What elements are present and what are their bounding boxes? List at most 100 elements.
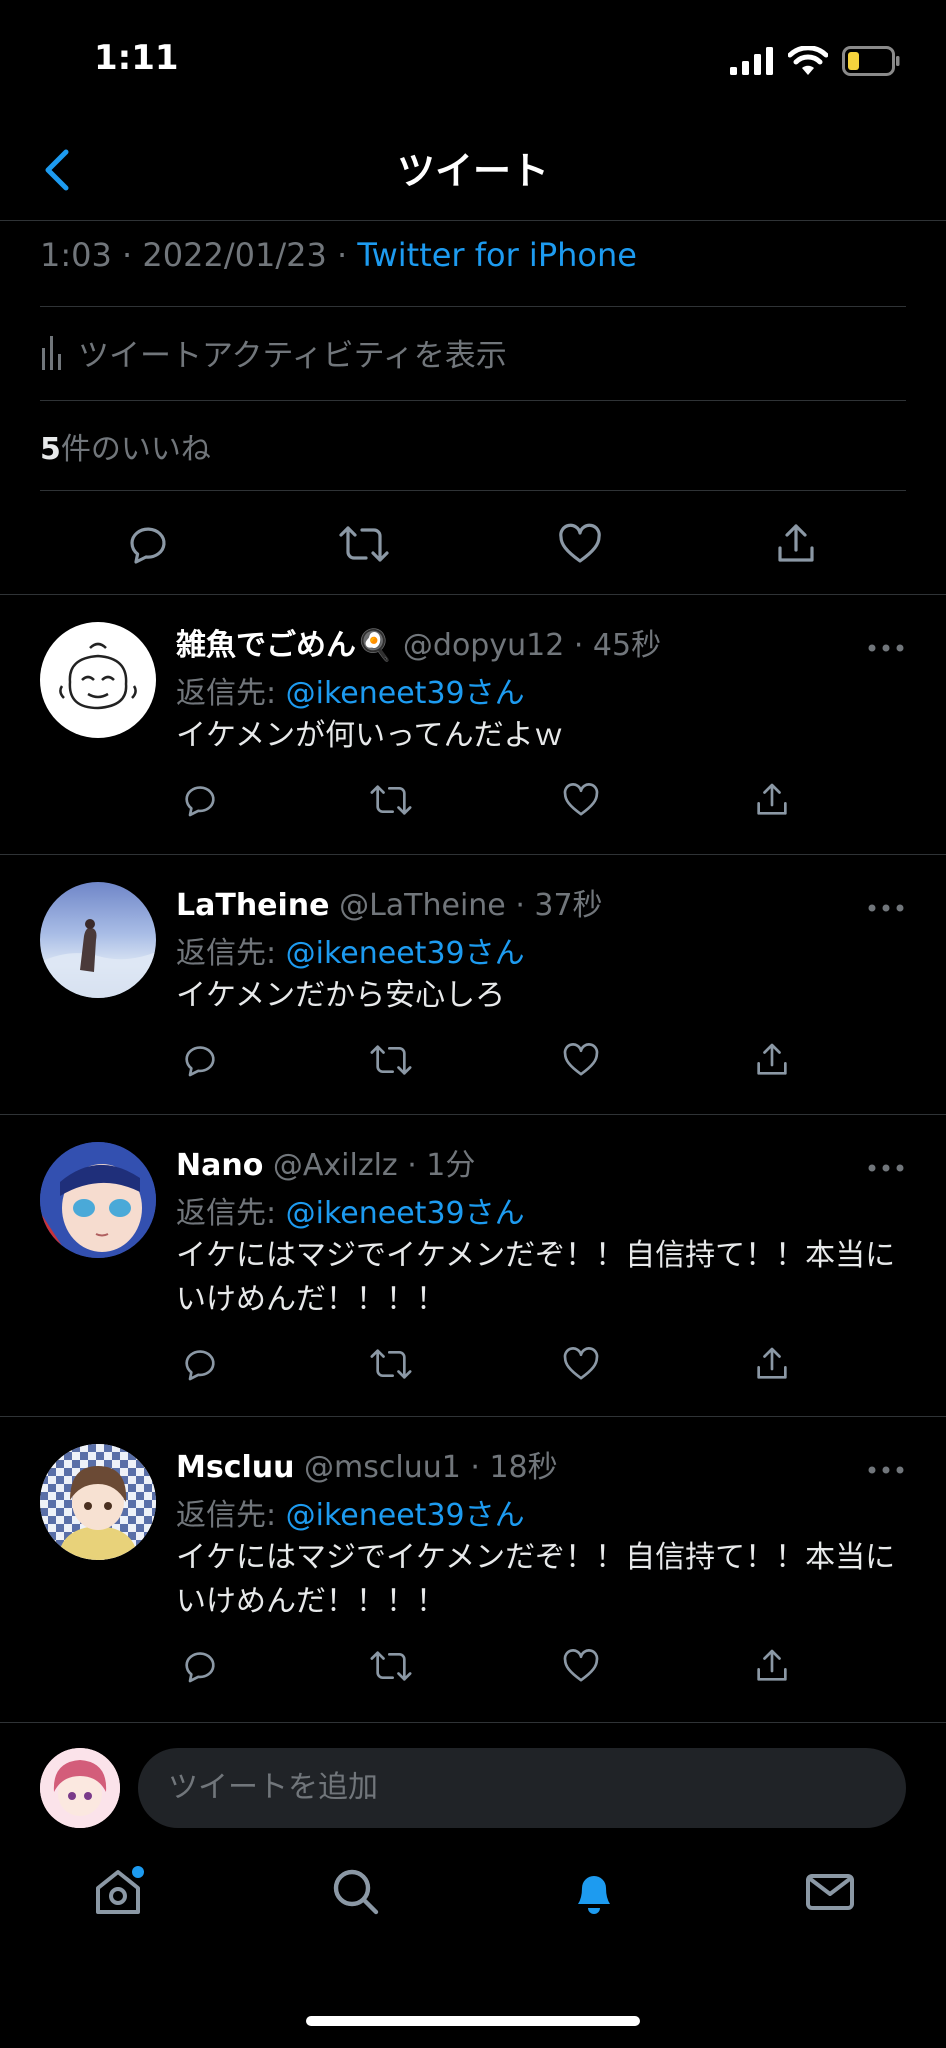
handle[interactable]: @mscluu1 — [304, 1450, 461, 1485]
likes-label: 件のいいね — [60, 432, 211, 467]
tab-bar — [0, 1860, 946, 1960]
avatar-anime-girl-icon — [40, 1748, 120, 1828]
tweet-actions — [176, 1340, 796, 1390]
timestamp: · 45秒 — [573, 628, 662, 663]
search-icon — [333, 1869, 379, 1915]
heart-icon — [563, 1347, 599, 1380]
tweet-date: 2022/01/23 — [142, 236, 327, 274]
timestamp: · 18秒 — [470, 1450, 558, 1485]
retweet-icon — [370, 1045, 412, 1075]
status-time: 1:11 — [94, 38, 179, 78]
more-icon[interactable] — [866, 1460, 906, 1480]
share-icon — [757, 1043, 787, 1075]
reply-mention-link[interactable]: @ikeneet39さん — [286, 1196, 525, 1231]
share-button[interactable] — [748, 1642, 796, 1690]
reply-icon — [185, 1046, 215, 1077]
tab-home[interactable] — [86, 1860, 150, 1924]
reply-icon — [185, 1652, 215, 1683]
handle[interactable]: @LaTheine — [339, 888, 506, 923]
handle[interactable]: @Axilzlz — [273, 1148, 398, 1183]
like-button[interactable] — [557, 1642, 605, 1690]
retweet-icon — [339, 526, 389, 562]
tweet-time: 1:03 — [40, 236, 112, 274]
reply-button[interactable] — [176, 1642, 224, 1690]
share-icon — [757, 783, 787, 815]
tweet-activity-link[interactable]: ツイートアクティビティを表示 — [40, 330, 507, 375]
reply-icon — [185, 786, 215, 817]
like-button[interactable] — [550, 514, 610, 574]
share-button[interactable] — [748, 1340, 796, 1388]
reply-tweet[interactable]: Mscluu @mscluu1 · 18秒 返信先: @ikeneet39さん … — [0, 1416, 946, 1718]
retweet-icon — [370, 785, 412, 815]
share-icon — [757, 1649, 787, 1681]
more-icon[interactable] — [866, 638, 906, 658]
add-tweet-input[interactable]: ツイートを追加 — [138, 1748, 906, 1828]
display-name[interactable]: 雑魚でごめん — [176, 628, 356, 663]
tweet-actions — [176, 1036, 796, 1086]
tweet-meta: 1:03 · 2022/01/23 · Twitter for iPhone — [40, 236, 637, 274]
avatar[interactable] — [40, 1142, 156, 1258]
retweet-button[interactable] — [367, 1340, 415, 1388]
tweet-text: イケにはマジでイケメンだぞ！！自信持て！！本当にいけめんだ！！！！ — [176, 1238, 896, 1317]
avatar[interactable] — [40, 882, 156, 998]
tab-notifications[interactable] — [562, 1860, 626, 1924]
home-icon — [96, 1866, 144, 1914]
heart-icon — [563, 1043, 599, 1076]
handle[interactable]: @dopyu12 — [403, 628, 564, 663]
share-icon — [757, 1347, 787, 1379]
reply-to-line: 返信先: @ikeneet39さん — [176, 676, 525, 711]
tweet-text: イケメンだから安心しろ — [176, 978, 506, 1013]
more-icon[interactable] — [866, 898, 906, 918]
like-button[interactable] — [557, 1036, 605, 1084]
like-button[interactable] — [557, 1340, 605, 1388]
share-button[interactable] — [748, 776, 796, 824]
retweet-button[interactable] — [367, 1642, 415, 1690]
display-name[interactable]: LaTheine — [176, 888, 330, 923]
main-tweet-actions — [0, 514, 946, 574]
reply-button[interactable] — [176, 776, 224, 824]
share-button[interactable] — [766, 514, 826, 574]
tweet-header: Nano @Axilzlz · 1分 — [176, 1140, 475, 1184]
retweet-button[interactable] — [334, 514, 394, 574]
reply-icon — [185, 1350, 215, 1381]
reply-icon — [130, 527, 166, 564]
more-icon[interactable] — [866, 1158, 906, 1178]
reply-mention-link[interactable]: @ikeneet39さん — [286, 676, 525, 711]
reply-tweet[interactable]: 雑魚でごめん🍳 @dopyu12 · 45秒 返信先: @ikeneet39さん… — [0, 594, 946, 854]
tab-search[interactable] — [324, 1860, 388, 1924]
avatar[interactable] — [40, 622, 156, 738]
tweet-text: イケメンが何いってんだよｗ — [176, 718, 564, 753]
reply-button[interactable] — [118, 514, 178, 574]
divider — [40, 400, 906, 401]
display-name[interactable]: Mscluu — [176, 1450, 295, 1485]
tab-messages[interactable] — [798, 1860, 862, 1924]
reply-mention-link[interactable]: @ikeneet39さん — [286, 936, 525, 971]
avatar-anime-boy-icon — [40, 1444, 156, 1560]
timestamp: · 1分 — [407, 1148, 476, 1183]
reply-mention-link[interactable]: @ikeneet39さん — [286, 1498, 525, 1533]
tweet-actions — [176, 1642, 796, 1692]
my-avatar[interactable] — [40, 1748, 120, 1828]
name-emoji: 🍳 — [356, 628, 394, 663]
tweet-source-link[interactable]: Twitter for iPhone — [357, 236, 637, 274]
retweet-button[interactable] — [367, 776, 415, 824]
reply-button[interactable] — [176, 1340, 224, 1388]
reply-button[interactable] — [176, 1036, 224, 1084]
retweet-button[interactable] — [367, 1036, 415, 1084]
bell-icon — [578, 1876, 610, 1914]
heart-icon — [563, 783, 599, 816]
display-name[interactable]: Nano — [176, 1148, 263, 1183]
reply-tweet[interactable]: LaTheine @LaTheine · 37秒 返信先: @ikeneet39… — [0, 854, 946, 1114]
avatar-anime-face-icon — [40, 1142, 156, 1258]
status-icons — [730, 44, 900, 78]
share-button[interactable] — [748, 1036, 796, 1084]
like-button[interactable] — [557, 776, 605, 824]
heart-icon — [563, 1649, 599, 1682]
likes-count-link[interactable]: 5件のいいね — [40, 424, 211, 468]
mail-icon — [806, 1874, 854, 1910]
reply-tweet[interactable]: Nano @Axilzlz · 1分 返信先: @ikeneet39さん イケに… — [0, 1114, 946, 1416]
tweet-header: LaTheine @LaTheine · 37秒 — [176, 880, 603, 924]
avatar[interactable] — [40, 1444, 156, 1560]
avatar-figure-icon — [40, 919, 156, 998]
cellular-signal-icon — [730, 47, 773, 75]
